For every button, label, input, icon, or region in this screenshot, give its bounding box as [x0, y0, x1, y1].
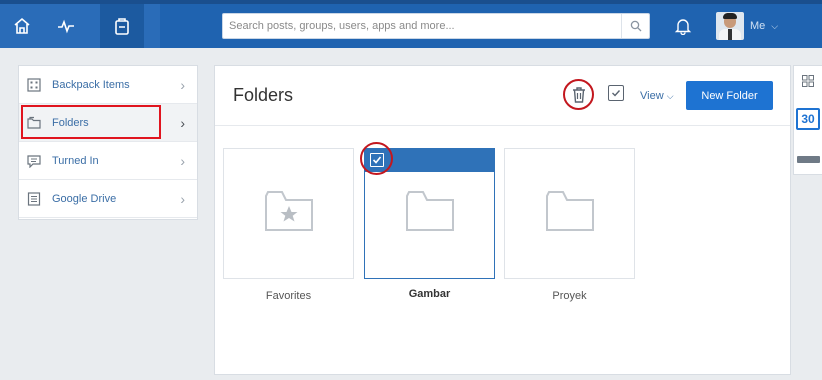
chevron-down-icon: ⌵ — [666, 91, 674, 101]
checkbox-icon — [612, 90, 621, 97]
home-nav-button[interactable] — [0, 4, 44, 48]
folder-icon — [546, 191, 594, 231]
folder-card-proyek[interactable] — [504, 148, 635, 279]
view-label: View — [640, 90, 664, 102]
user-menu-label: Me — [750, 20, 766, 32]
star-folder-icon — [265, 191, 313, 231]
user-menu[interactable]: Me ⌵ — [716, 10, 778, 42]
folder-icon — [406, 191, 454, 231]
highlight-box — [21, 105, 161, 139]
top-bar: Me ⌵ — [0, 0, 822, 48]
home-icon — [14, 17, 30, 34]
pulse-icon — [58, 19, 74, 34]
folder-name: Proyek — [552, 290, 587, 302]
new-folder-button[interactable]: New Folder — [686, 81, 773, 110]
notifications-button[interactable] — [670, 13, 696, 39]
app-icon[interactable] — [797, 156, 820, 163]
calendar-day: 30 — [801, 112, 815, 126]
sidebar-item-label: Backpack Items — [52, 78, 130, 91]
main-panel: Folders View ⌵ New Folder Favorites Gamb… — [214, 65, 791, 375]
chevron-right-icon: › — [180, 76, 185, 93]
folder-card-favorites[interactable] — [223, 148, 354, 279]
avatar — [716, 12, 744, 40]
select-toggle-button[interactable] — [608, 85, 624, 101]
sidebar-item-label: Turned In — [52, 154, 99, 167]
folder-name: Favorites — [265, 290, 312, 302]
backpack-icon — [115, 18, 129, 35]
chevron-down-icon: ⌵ — [771, 20, 779, 31]
sidebar-item-label: Google Drive — [52, 192, 117, 205]
document-icon — [27, 192, 41, 206]
sidebar-item-google-drive[interactable]: Google Drive › — [19, 180, 197, 218]
bell-icon — [674, 19, 692, 35]
activity-nav-button[interactable] — [44, 4, 88, 48]
chevron-right-icon: › — [180, 114, 185, 131]
right-rail: 30 — [793, 65, 822, 175]
search-icon — [630, 20, 641, 32]
apps-grid-icon[interactable] — [802, 75, 814, 87]
search-button[interactable] — [621, 14, 649, 38]
grid-icon — [27, 78, 41, 92]
folder-name: Gambar — [408, 288, 451, 300]
sidebar: Backpack Items › Folders › Turned In › G… — [18, 65, 198, 220]
highlight-ring — [563, 79, 594, 110]
search-input[interactable] — [229, 14, 619, 38]
page-title: Folders — [233, 85, 294, 105]
view-dropdown[interactable]: View ⌵ — [640, 90, 674, 102]
sidebar-item-backpack-items[interactable]: Backpack Items › — [19, 66, 197, 104]
calendar-button[interactable]: 30 — [796, 108, 820, 130]
chevron-right-icon: › — [180, 190, 185, 207]
backpack-nav-button[interactable] — [100, 4, 144, 48]
highlight-ring — [360, 142, 393, 175]
top-nav — [0, 4, 160, 48]
sidebar-item-turned-in[interactable]: Turned In › — [19, 142, 197, 180]
chat-icon — [27, 155, 41, 168]
chevron-right-icon: › — [180, 152, 185, 169]
search-box — [222, 13, 650, 39]
main-header: Folders View ⌵ New Folder — [215, 66, 790, 126]
